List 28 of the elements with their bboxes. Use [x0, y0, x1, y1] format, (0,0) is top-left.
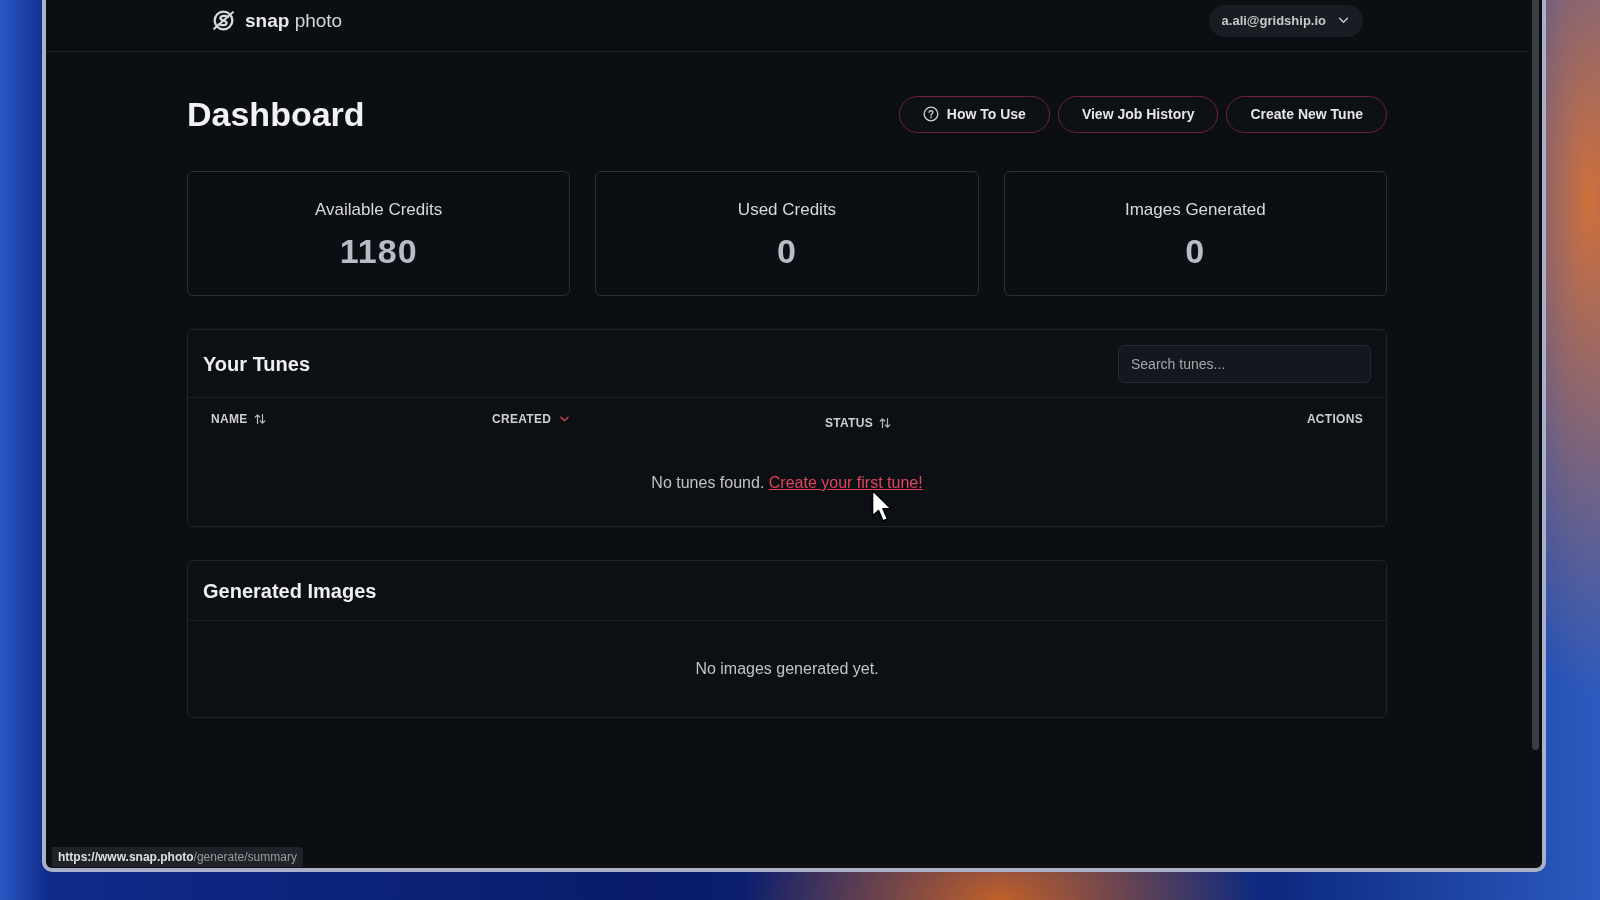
help-icon — [922, 106, 939, 122]
stat-value: 0 — [777, 231, 797, 271]
account-menu-button[interactable]: a.ali@gridship.io — [1208, 4, 1363, 37]
stat-label: Used Credits — [737, 199, 837, 221]
link-status-bar: https://www.snap.photo/generate/summary — [52, 847, 303, 867]
stat-value: 0 — [1185, 231, 1206, 271]
panel-title: Generated Images — [203, 578, 377, 603]
create-tune-link[interactable]: Create your first tune! — [768, 474, 923, 491]
logo-text: snap photo — [245, 9, 343, 32]
stat-label: Available Credits — [315, 199, 443, 221]
logo-icon — [211, 8, 236, 33]
action-button[interactable]: How To Use — [898, 95, 1050, 133]
column-header[interactable]: STATUS — [825, 416, 891, 430]
action-button[interactable]: Create New Tune — [1226, 95, 1387, 133]
empty-state-message: No images generated yet. — [695, 659, 879, 679]
scrollbar-thumb[interactable] — [1531, 0, 1539, 750]
stat-value: 1180 — [339, 231, 418, 271]
column-header[interactable]: NAME — [211, 412, 266, 426]
panel-title: Your Tunes — [203, 351, 311, 376]
page-title: Dashboard — [187, 94, 365, 134]
chevron-down-icon — [1338, 17, 1349, 24]
stat-label: Images Generated — [1124, 199, 1266, 221]
empty-state-message: No tunes found. Create your first tune! — [651, 473, 923, 493]
mouse-pointer-icon — [871, 489, 893, 523]
column-header: ACTIONS — [1306, 412, 1363, 426]
column-header[interactable]: CREATED — [492, 412, 570, 426]
action-button[interactable]: View Job History — [1057, 95, 1219, 133]
search-field[interactable]: Search tunes... — [1118, 344, 1371, 383]
